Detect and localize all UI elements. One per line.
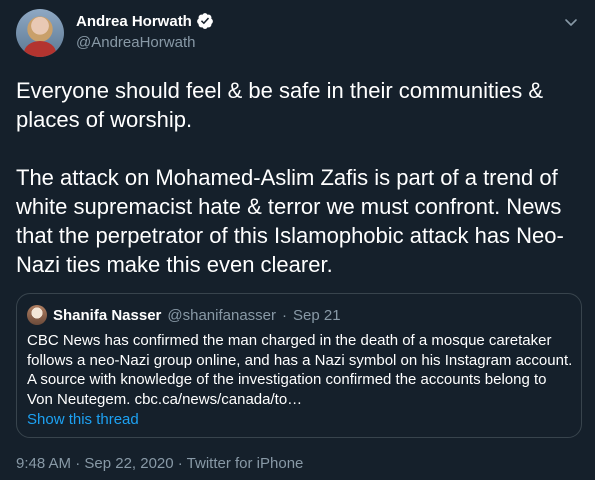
quoted-tweet-text: CBC News has confirmed the man charged i…	[27, 332, 573, 408]
quoted-tweet-header: Shanifa Nasser @shanifanasser · Sep 21	[27, 305, 341, 325]
quoted-tweet[interactable]: Shanifa Nasser @shanifanasser · Sep 21 C…	[16, 293, 582, 438]
author-display-name[interactable]: Andrea Horwath	[76, 13, 192, 30]
author-name-row: Andrea Horwath	[76, 12, 214, 30]
tweet: Andrea Horwath @AndreaHorwath Everyone s…	[0, 0, 595, 480]
author-handle[interactable]: @AndreaHorwath	[76, 34, 195, 51]
author-avatar[interactable]	[16, 9, 64, 57]
chevron-down-icon[interactable]	[563, 14, 579, 30]
verified-badge-icon	[196, 13, 213, 29]
show-thread-link[interactable]: Show this thread	[27, 411, 139, 428]
quoted-author-name: Shanifa Nasser	[53, 306, 162, 324]
quoted-tweet-date: Sep 21	[293, 306, 341, 324]
tweet-text: Everyone should feel & be safe in their …	[16, 78, 564, 277]
avatar-figure	[24, 41, 56, 57]
header-separator: ·	[282, 306, 288, 324]
quoted-author-avatar	[27, 305, 47, 325]
quoted-author-handle: @shanifanasser	[167, 306, 277, 324]
tweet-metadata[interactable]: 9:48 AM · Sep 22, 2020 · Twitter for iPh…	[16, 455, 303, 472]
